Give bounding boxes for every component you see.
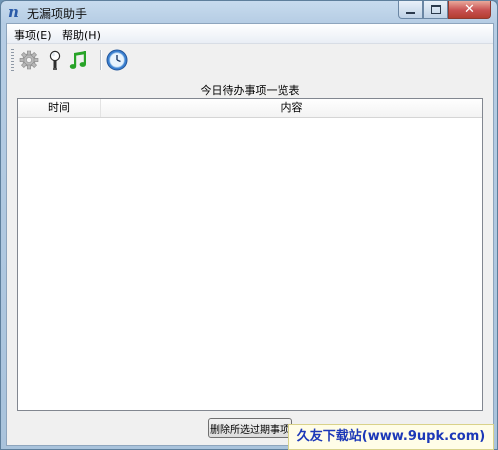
menu-item-items[interactable]: 事项(E) [14, 27, 52, 43]
settings-button[interactable] [17, 48, 41, 72]
app-window: n 无漏项助手 ✕ 事项(E) 帮助(H) 今日待办事项一览表 时间 内容 删除… [0, 0, 498, 450]
window-controls: ✕ [398, 1, 491, 20]
column-label: 时间 [48, 101, 70, 114]
menu-item-help[interactable]: 帮助(H) [62, 27, 101, 43]
window-title: 无漏项助手 [27, 7, 88, 21]
title-bar[interactable]: n 无漏项助手 ✕ [1, 1, 497, 23]
column-label: 内容 [280, 101, 303, 114]
lightbulb-icon [49, 50, 61, 70]
toolbar [7, 44, 493, 75]
menu-bar: 事项(E) 帮助(H) [7, 24, 493, 44]
sound-button[interactable] [67, 48, 91, 72]
music-note-icon [69, 51, 86, 69]
list-header: 时间 内容 [18, 99, 482, 118]
column-header-content[interactable]: 内容 [101, 99, 482, 117]
list-caption: 今日待办事项一览表 [200, 84, 300, 97]
client-area: 事项(E) 帮助(H) 今日待办事项一览表 时间 内容 删除所选过期事项 [6, 23, 494, 446]
todo-list[interactable]: 时间 内容 [17, 98, 483, 411]
clock-icon [106, 49, 128, 71]
app-logo-icon[interactable]: n [5, 4, 22, 20]
toolbar-separator [100, 50, 101, 70]
maximize-icon [430, 5, 441, 14]
close-icon: ✕ [464, 2, 475, 17]
close-button[interactable]: ✕ [448, 1, 491, 19]
gear-icon [19, 50, 39, 70]
watermark: 久友下载站(www.9upk.com) [288, 424, 494, 450]
delete-expired-button[interactable]: 删除所选过期事项 [208, 418, 292, 438]
minimize-icon [406, 11, 415, 14]
column-header-time[interactable]: 时间 [18, 99, 101, 117]
toolbar-grip[interactable] [11, 49, 14, 71]
tips-button[interactable] [43, 48, 67, 72]
minimize-button[interactable] [398, 1, 423, 19]
clock-button[interactable] [105, 48, 129, 72]
maximize-button[interactable] [423, 1, 448, 19]
